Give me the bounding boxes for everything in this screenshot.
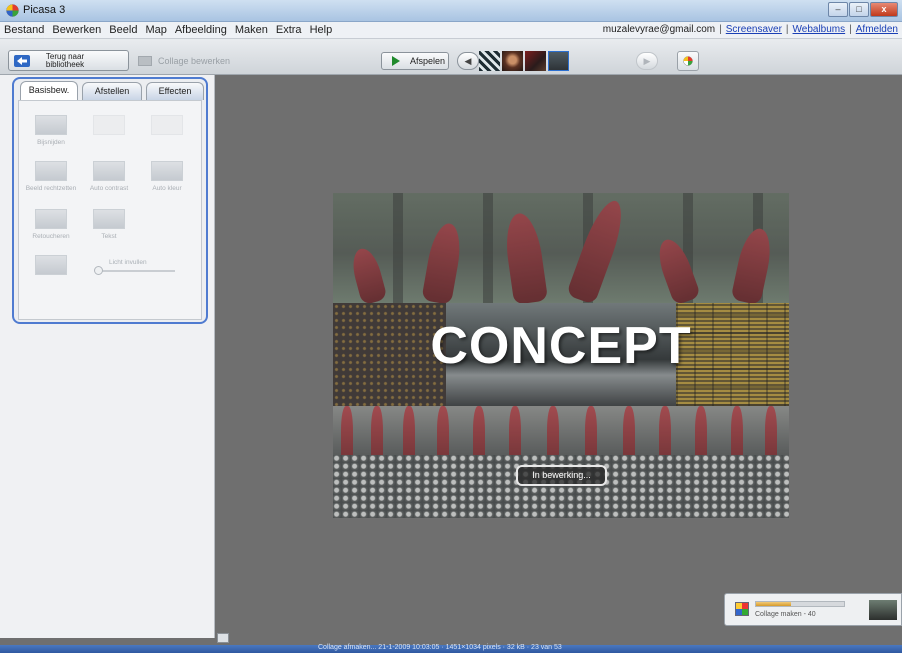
filmstrip-thumb-selected[interactable] xyxy=(548,51,569,71)
fill-light-icon xyxy=(35,255,67,275)
fill-light-slider[interactable] xyxy=(94,266,175,275)
filmstrip-thumb[interactable] xyxy=(525,51,546,71)
crop-label: Bijsnijden xyxy=(37,139,65,146)
tab-effects[interactable]: Effecten xyxy=(146,82,204,100)
edit-collage-button: Collage bewerken xyxy=(132,51,230,71)
menu-maken[interactable]: Maken xyxy=(235,24,268,36)
account-area: muzalevyrae@gmail.com | Screensaver | We… xyxy=(602,24,898,35)
screensaver-link[interactable]: Screensaver xyxy=(726,24,782,35)
play-icon xyxy=(392,56,400,66)
auto-contrast-icon xyxy=(93,161,125,181)
window-title: Picasa 3 xyxy=(23,4,66,16)
collage-progress-widget: Collage maken - 40 xyxy=(724,593,902,626)
filmstrip xyxy=(479,51,634,71)
photo-preview: CONCEPT In bewerking... xyxy=(333,193,789,518)
feeling-lucky-icon xyxy=(151,115,183,135)
next-image-button[interactable]: ▶ xyxy=(636,52,658,70)
back-to-library-button[interactable]: Terug naar bibliotheek xyxy=(8,50,129,71)
text-label: Tekst xyxy=(101,233,117,240)
close-button[interactable]: x xyxy=(870,2,898,17)
play-slideshow-button[interactable]: Afspelen xyxy=(381,52,449,70)
play-label: Afspelen xyxy=(410,56,446,66)
auto-color-label: Auto kleur xyxy=(152,185,182,192)
collage-progress-fill xyxy=(756,602,792,606)
filmstrip-thumb[interactable] xyxy=(479,51,500,71)
edit-panel: Basisbew. Afstellen Effecten Bijsnijden … xyxy=(12,77,208,324)
account-email: muzalevyrae@gmail.com xyxy=(602,24,716,35)
previous-image-button[interactable]: ◀ xyxy=(457,52,479,70)
fill-light-slider-knob[interactable] xyxy=(94,266,103,275)
title-bar: Picasa 3 – □ x xyxy=(0,0,902,22)
share-button[interactable] xyxy=(677,51,699,71)
collage-title-text: CONCEPT xyxy=(430,317,692,375)
menu-extra[interactable]: Extra xyxy=(276,24,302,36)
feeling-lucky-tool[interactable] xyxy=(139,115,195,139)
window-controls: – □ x xyxy=(828,2,898,17)
processing-indicator: In bewerking... xyxy=(516,465,607,486)
menu-bar: Bestand Bewerken Beeld Map Afbeelding Ma… xyxy=(0,22,902,39)
picasa-logo-icon xyxy=(6,4,19,17)
auto-color-icon xyxy=(151,161,183,181)
collage-progress-bar xyxy=(755,601,845,607)
text-icon xyxy=(93,209,125,229)
menu-beeld[interactable]: Beeld xyxy=(109,24,137,36)
straighten-icon xyxy=(35,161,67,181)
fill-light-label: Licht invullen xyxy=(109,259,147,266)
retouch-label: Retoucheren xyxy=(32,233,70,240)
sign-out-link[interactable]: Afmelden xyxy=(856,24,898,35)
filmstrip-thumb[interactable] xyxy=(502,51,523,71)
basic-edits-panel: Bijsnijden Beeld rechtzetten Auto contra… xyxy=(18,100,202,320)
collage-progress-thumbnail[interactable] xyxy=(869,600,897,620)
picasa-share-icon xyxy=(683,56,693,66)
collage-progress-label: Collage maken - 40 xyxy=(755,611,816,618)
status-text: Collage afmaken... 21-1-2009 10:03:05 · … xyxy=(318,644,562,651)
tab-basic-edits[interactable]: Basisbew. xyxy=(20,81,78,101)
fill-light-tool[interactable] xyxy=(23,255,79,279)
tab-tuning[interactable]: Afstellen xyxy=(82,82,142,100)
status-bar: Collage afmaken... 21-1-2009 10:03:05 · … xyxy=(0,644,902,653)
retouch-icon xyxy=(35,209,67,229)
retouch-tool[interactable]: Retoucheren xyxy=(23,209,79,240)
crop-tool[interactable]: Bijsnijden xyxy=(23,115,79,146)
menu-afbeelding[interactable]: Afbeelding xyxy=(175,24,227,36)
menu-bewerken[interactable]: Bewerken xyxy=(52,24,101,36)
menu-bestand[interactable]: Bestand xyxy=(4,24,44,36)
maximize-button[interactable]: □ xyxy=(849,2,869,17)
redeye-icon xyxy=(93,115,125,135)
straighten-label: Beeld rechtzetten xyxy=(25,185,77,192)
crop-icon xyxy=(35,115,67,135)
menu-map[interactable]: Map xyxy=(145,24,166,36)
panel-toggle-button[interactable] xyxy=(217,633,229,643)
back-to-library-label: Terug naar bibliotheek xyxy=(45,51,85,69)
toolbar: Terug naar bibliotheek Collage bewerken … xyxy=(0,39,902,75)
edit-collage-label: Collage bewerken xyxy=(158,56,231,66)
picasa-progress-icon xyxy=(735,602,749,616)
straighten-tool[interactable]: Beeld rechtzetten xyxy=(23,161,79,192)
text-tool[interactable]: Tekst xyxy=(81,209,137,240)
auto-contrast-tool[interactable]: Auto contrast xyxy=(81,161,137,192)
back-arrow-icon xyxy=(14,54,30,67)
redeye-tool[interactable] xyxy=(81,115,137,139)
menu-help[interactable]: Help xyxy=(310,24,333,36)
auto-color-tool[interactable]: Auto kleur xyxy=(139,161,195,192)
auto-contrast-label: Auto contrast xyxy=(89,185,129,192)
collage-icon xyxy=(138,56,152,66)
webalbums-link[interactable]: Webalbums xyxy=(793,24,846,35)
minimize-button[interactable]: – xyxy=(828,2,848,17)
